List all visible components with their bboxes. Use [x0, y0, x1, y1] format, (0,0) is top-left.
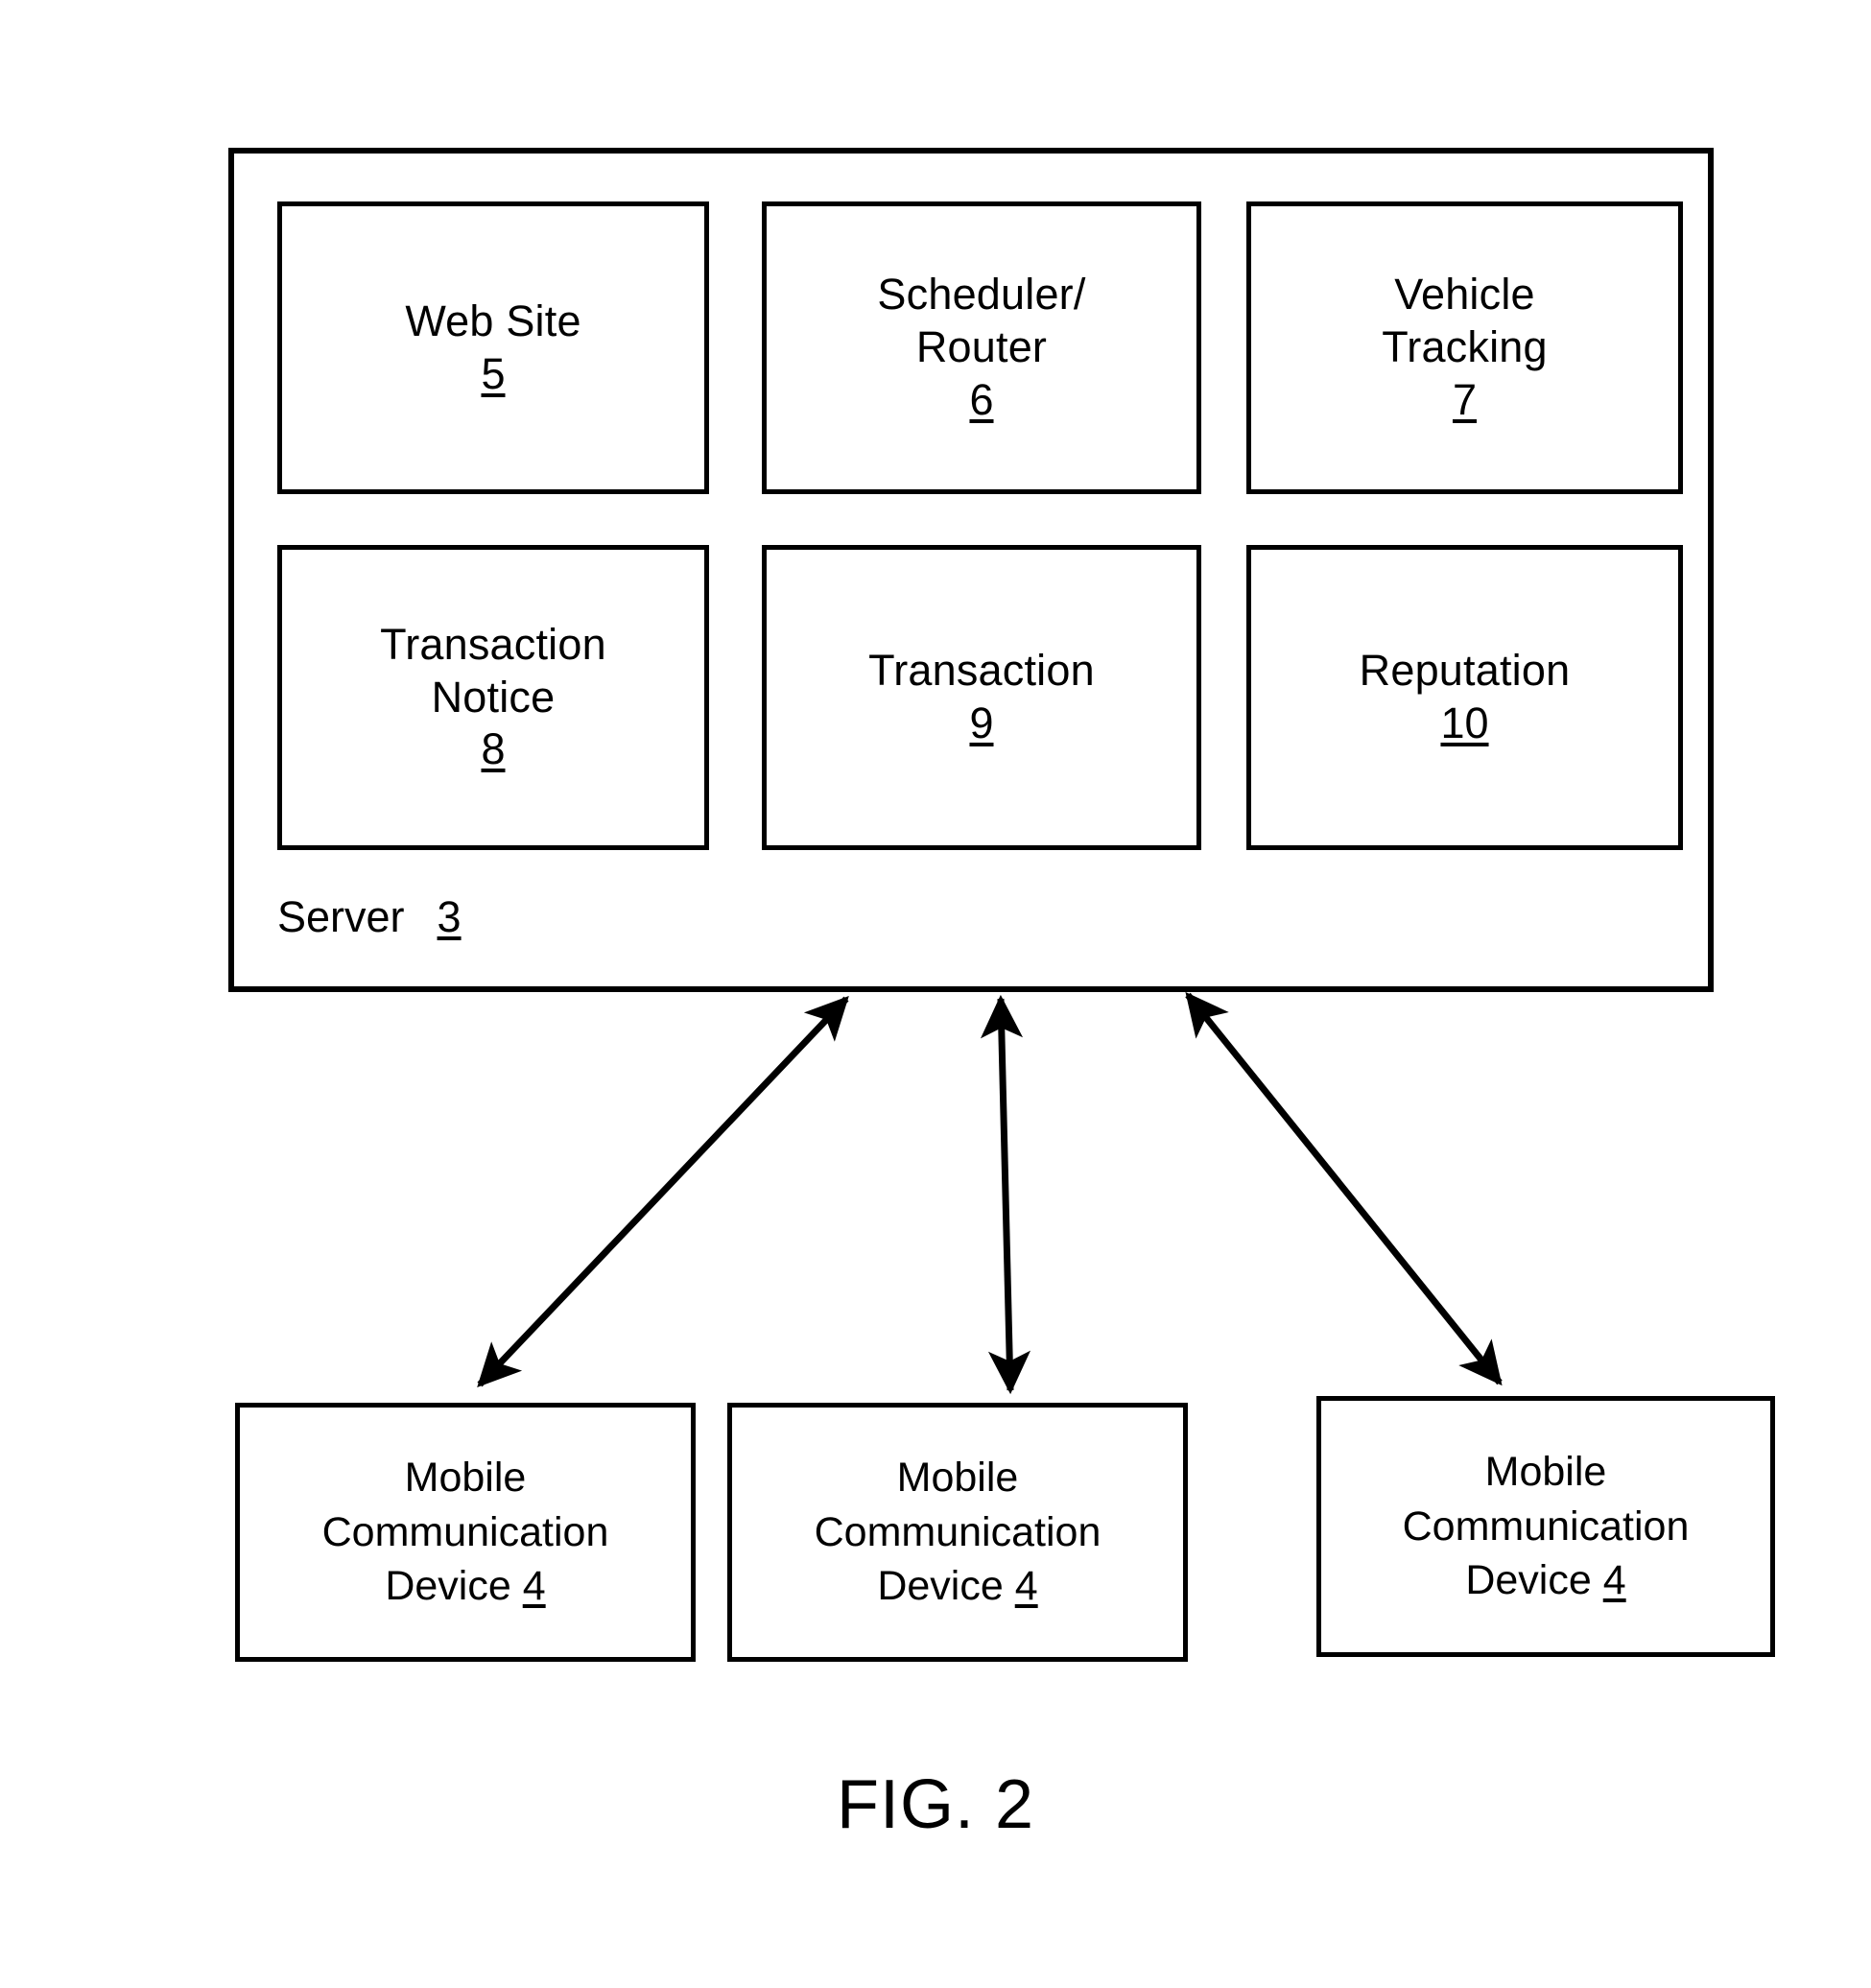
module-box-transaction: Transaction 9	[762, 545, 1201, 850]
device-3-line-2: Communication	[1402, 1503, 1690, 1550]
connector-server-to-device-2	[980, 994, 1031, 1395]
mobile-communication-device-box-3: Mobile Communication Device 4	[1316, 1396, 1775, 1657]
device-2-line-3-wrap: Device 4	[877, 1559, 1037, 1614]
module-box-vehicle-tracking: Vehicle Tracking 7	[1246, 201, 1683, 494]
module-label-scheduler-router: Scheduler/ Router	[877, 270, 1086, 372]
module-label-reputation: Reputation	[1359, 646, 1571, 696]
module-label-transaction-notice: Transaction Notice	[380, 619, 606, 722]
module-label-transaction: Transaction	[868, 646, 1095, 696]
module-box-scheduler-router: Scheduler/ Router 6	[762, 201, 1201, 494]
device-1-line-3-wrap: Device 4	[385, 1559, 545, 1614]
server-caption-ref: 3	[437, 892, 462, 941]
module-ref-vehicle-tracking: 7	[1452, 374, 1478, 424]
module-ref-web-site: 5	[481, 348, 506, 398]
device-1-line-3: Device	[385, 1563, 523, 1610]
device-3-line-3: Device	[1465, 1557, 1603, 1604]
connector-server-to-device-3	[1185, 991, 1503, 1386]
module-box-web-site: Web Site 5	[277, 201, 709, 494]
server-container: Web Site 5 Scheduler/ Router 6 Vehicle T…	[228, 148, 1714, 992]
module-box-transaction-notice: Transaction Notice 8	[277, 545, 709, 850]
connector-server-to-device-1	[477, 996, 849, 1387]
module-label-web-site: Web Site	[405, 296, 581, 345]
module-ref-transaction: 9	[969, 698, 994, 747]
device-3-line-1: Mobile	[1484, 1448, 1607, 1495]
server-caption-label: Server	[277, 892, 405, 941]
device-2-ref: 4	[1014, 1563, 1038, 1610]
device-1-line-2: Communication	[321, 1508, 609, 1555]
module-ref-reputation: 10	[1440, 698, 1489, 747]
mobile-communication-device-box-1: Mobile Communication Device 4	[235, 1403, 696, 1662]
mobile-communication-device-box-2: Mobile Communication Device 4	[727, 1403, 1188, 1662]
device-3-line-3-wrap: Device 4	[1465, 1553, 1625, 1608]
module-label-vehicle-tracking: Vehicle Tracking	[1382, 270, 1548, 372]
device-3-ref: 4	[1602, 1557, 1626, 1604]
module-ref-scheduler-router: 6	[969, 374, 994, 424]
figure-caption: FIG. 2	[836, 1766, 1035, 1843]
server-caption: Server 3	[277, 892, 462, 942]
device-2-line-3: Device	[877, 1563, 1015, 1610]
module-box-reputation: Reputation 10	[1246, 545, 1683, 850]
device-2-line-2: Communication	[814, 1508, 1101, 1555]
figure-page: Web Site 5 Scheduler/ Router 6 Vehicle T…	[0, 0, 1871, 1988]
device-1-ref: 4	[522, 1563, 546, 1610]
device-2-line-1: Mobile	[896, 1454, 1019, 1501]
device-1-line-1: Mobile	[404, 1454, 527, 1501]
module-ref-transaction-notice: 8	[481, 724, 506, 774]
